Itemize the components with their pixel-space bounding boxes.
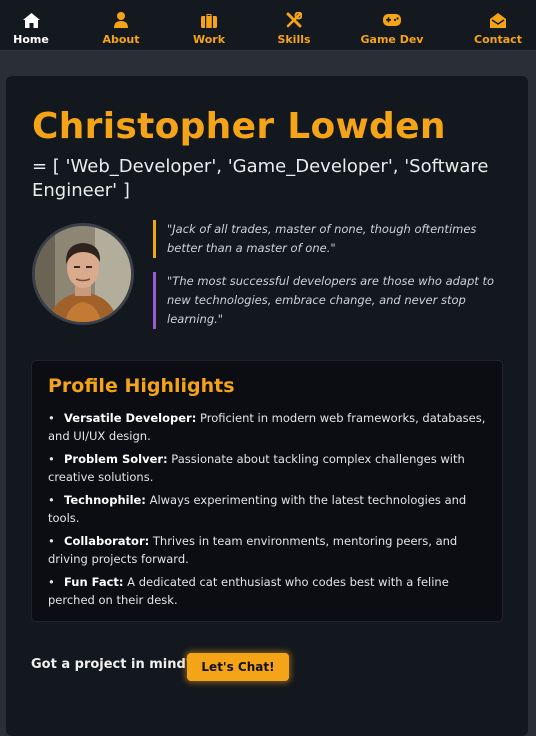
highlight-term: Versatile Developer:: [64, 411, 197, 425]
envelope-icon: [489, 11, 507, 29]
nav-contact[interactable]: Contact: [474, 0, 522, 50]
profile-card: Christopher Lowden = [ 'Web_Developer', …: [6, 76, 528, 736]
nav-home[interactable]: Home: [8, 0, 54, 50]
highlights-title: Profile Highlights: [48, 375, 235, 397]
home-icon: [22, 11, 40, 29]
tools-icon: [285, 11, 303, 29]
quote-1: "Jack of all trades, master of none, tho…: [153, 220, 507, 258]
top-nav: Home About Work Skills Game Dev Contact: [0, 0, 536, 51]
cta-text: Got a project in mind?: [31, 657, 194, 672]
highlight-term: Problem Solver:: [64, 452, 168, 466]
quote-2: "The most successful developers are thos…: [153, 272, 507, 329]
profile-highlights: Profile Highlights • Versatile Developer:…: [31, 360, 503, 622]
nav-about[interactable]: About: [100, 0, 142, 50]
user-icon: [112, 11, 130, 29]
lets-chat-button[interactable]: Let's Chat!: [187, 653, 289, 681]
list-item: • Fun Fact: A dedicated cat enthusiast wh…: [48, 575, 449, 607]
nav-gamedev-label: Game Dev: [360, 33, 424, 46]
nav-gamedev[interactable]: Game Dev: [361, 0, 423, 50]
nav-about-label: About: [102, 33, 140, 46]
briefcase-icon: [200, 11, 218, 29]
highlight-term: Technophile:: [64, 493, 146, 507]
gamepad-icon: [383, 11, 401, 29]
avatar: [32, 223, 134, 325]
nav-home-label: Home: [13, 33, 49, 46]
list-item: • Problem Solver: Passionate about tackli…: [48, 452, 465, 484]
list-item: • Collaborator: Thrives in team environme…: [48, 534, 458, 566]
highlights-list: • Versatile Developer: Proficient in mode…: [48, 409, 494, 614]
nav-skills-label: Skills: [277, 33, 311, 46]
list-item: • Technophile: Always experimenting with …: [48, 493, 467, 525]
nav-work[interactable]: Work: [189, 0, 229, 50]
list-item: • Versatile Developer: Proficient in mode…: [48, 411, 486, 443]
highlight-term: Collaborator:: [64, 534, 150, 548]
nav-work-label: Work: [192, 33, 226, 46]
nav-skills[interactable]: Skills: [274, 0, 314, 50]
nav-contact-label: Contact: [474, 33, 522, 46]
highlight-term: Fun Fact:: [64, 575, 124, 589]
roles-text: = [ 'Web_Developer', 'Game_Developer', '…: [32, 156, 489, 201]
page-title: Christopher Lowden: [32, 106, 446, 147]
